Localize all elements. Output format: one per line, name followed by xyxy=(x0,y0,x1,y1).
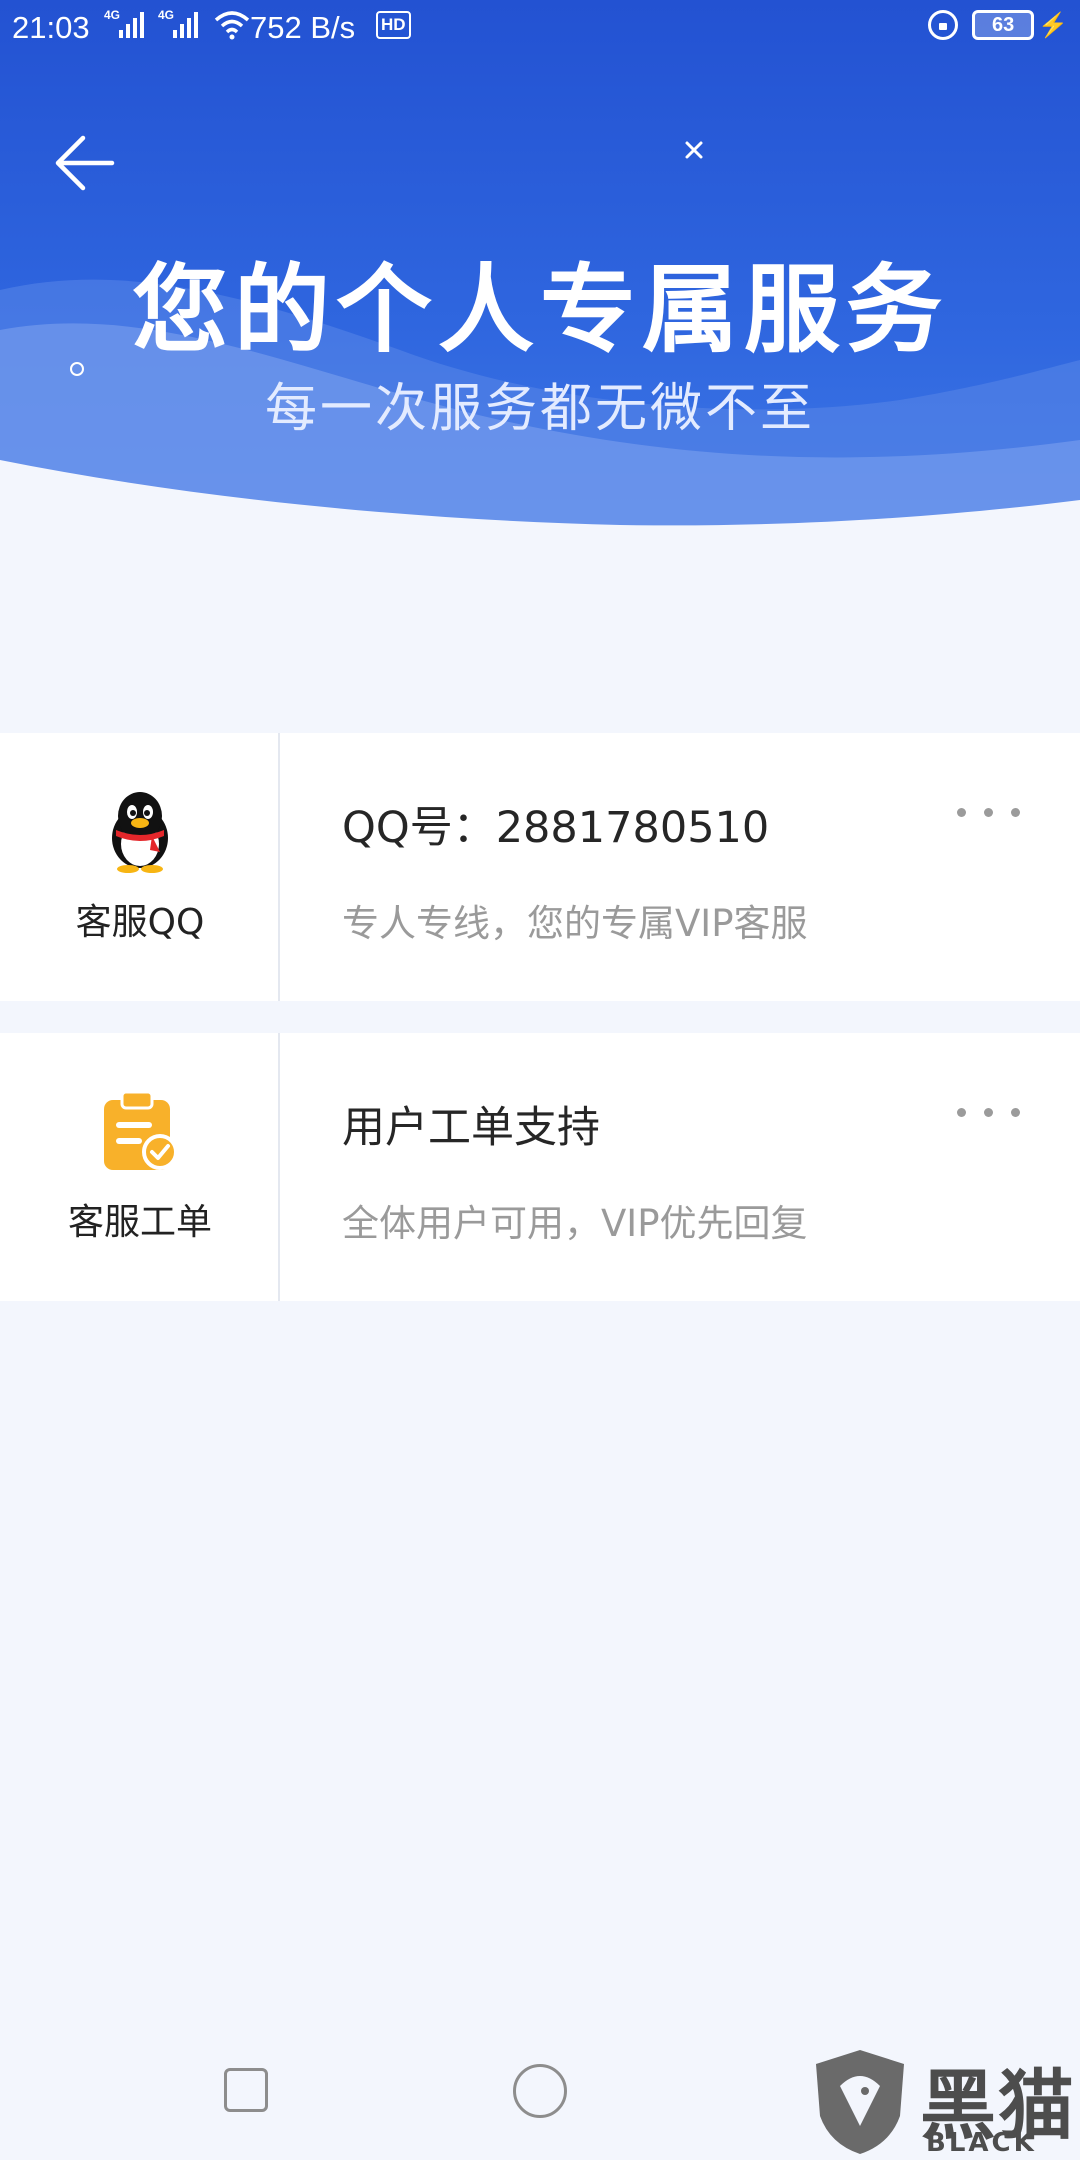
network-type-label: 4G xyxy=(158,8,175,22)
service-card-qq[interactable]: 客服QQ QQ号：2881780510 专人专线，您的专属VIP客服 xyxy=(0,733,1080,1001)
home-button[interactable] xyxy=(513,2064,567,2118)
service-description: 全体用户可用，VIP优先回复 xyxy=(342,1202,808,1245)
service-card-left: 客服QQ xyxy=(0,733,280,1001)
rotation-lock-icon xyxy=(928,10,959,40)
charging-icon: ⚡ xyxy=(1038,11,1068,39)
status-right-icons: 63 ⚡ xyxy=(928,10,1068,40)
hd-voice-icon: HD xyxy=(376,11,411,39)
status-time: 21:03 xyxy=(12,10,90,45)
service-card-left: 客服工单 xyxy=(0,1033,280,1301)
service-label: 客服工单 xyxy=(67,1202,212,1243)
recents-button[interactable] xyxy=(224,2068,268,2112)
wifi-icon xyxy=(214,11,250,40)
header-banner: 21:03 4G 4G 752 B/s HD 63 ⚡ 您的个人专属服务 每一次… xyxy=(0,0,1080,540)
signal-icon-sim1: 4G xyxy=(104,8,144,40)
service-description: 专人专线，您的专属VIP客服 xyxy=(342,902,808,945)
network-indicators: 4G 4G xyxy=(104,8,252,40)
back-arrow-icon[interactable] xyxy=(50,128,120,198)
banner-title: 您的个人专属服务 xyxy=(132,254,948,366)
more-options-icon[interactable] xyxy=(957,808,1020,817)
cat-shield-logo-icon xyxy=(816,2050,904,2154)
network-speed: 752 B/s xyxy=(250,10,356,45)
sparkle-x-decoration-icon xyxy=(685,141,703,159)
banner-subtitle: 每一次服务都无微不至 xyxy=(264,379,815,439)
service-card-ticket[interactable]: 客服工单 用户工单支持 全体用户可用，VIP优先回复 xyxy=(0,1033,1080,1301)
service-title: QQ号：2881780510 xyxy=(342,803,770,853)
watermark-en: BLACK CAT xyxy=(926,2128,1037,2160)
battery-icon: 63 xyxy=(972,10,1035,40)
blackcat-watermark: 黑猫 BLACK CAT xyxy=(810,2040,1080,2160)
service-title: 用户工单支持 xyxy=(342,1103,600,1153)
qq-penguin-icon xyxy=(112,792,168,873)
network-type-label: 4G xyxy=(104,8,121,22)
service-label: 客服QQ xyxy=(75,902,205,943)
signal-icon-sim2: 4G xyxy=(158,8,198,40)
more-options-icon[interactable] xyxy=(957,1108,1020,1117)
clipboard-check-icon xyxy=(104,1090,178,1170)
status-bar: 21:03 4G 4G 752 B/s HD 63 ⚡ xyxy=(0,0,1080,56)
